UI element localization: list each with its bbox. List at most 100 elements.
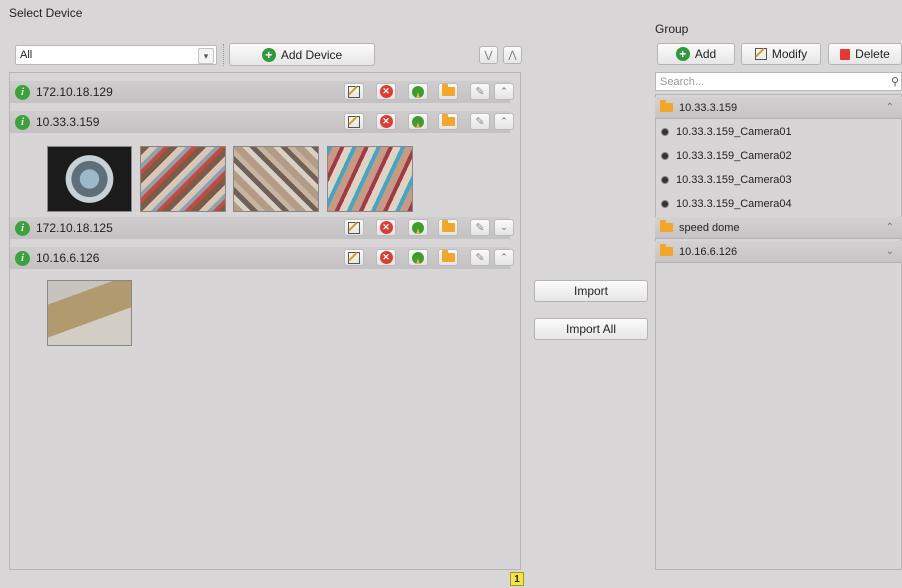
camera-thumbnail[interactable] xyxy=(327,146,413,212)
add-group-label: Add xyxy=(694,47,717,61)
import-button[interactable]: Import xyxy=(534,280,648,302)
refresh-icon xyxy=(412,221,424,234)
group-name: 10.33.3.159 xyxy=(679,101,738,114)
edit-button[interactable] xyxy=(344,249,364,266)
wrench-icon: ✎ xyxy=(475,222,485,234)
wrench-icon: ✎ xyxy=(475,116,485,128)
device-ip: 172.10.18.129 xyxy=(36,85,113,99)
camera-name: 10.33.3.159_Camera04 xyxy=(676,198,792,210)
camera-node[interactable]: 10.33.3.159_Camera03 xyxy=(655,169,902,191)
page-indicator[interactable]: 1 xyxy=(510,572,524,586)
info-icon: i xyxy=(15,250,30,266)
device-ip: 10.33.3.159 xyxy=(36,115,100,129)
camera-icon xyxy=(661,200,669,208)
camera-thumbnail[interactable] xyxy=(140,146,226,212)
folder-icon xyxy=(441,84,455,96)
trash-icon xyxy=(840,48,851,60)
camera-thumbnail[interactable] xyxy=(47,146,132,212)
import-all-button[interactable]: Import All xyxy=(534,318,648,340)
camera-node[interactable]: 10.33.3.159_Camera02 xyxy=(655,145,902,167)
collapse-button[interactable]: ⌃ xyxy=(494,249,514,266)
expand-button[interactable]: ⌄ xyxy=(494,219,514,236)
expand-all-button[interactable]: ⋁ xyxy=(479,46,498,64)
info-icon: i xyxy=(15,114,30,130)
group-node[interactable]: 10.16.6.126 ⌄ xyxy=(655,241,902,263)
camera-icon xyxy=(661,128,669,136)
refresh-button[interactable] xyxy=(408,249,428,266)
import-all-label: Import All xyxy=(565,322,616,336)
collapse-button[interactable]: ⌃ xyxy=(494,113,514,130)
divider xyxy=(223,44,225,66)
delete-group-button[interactable]: Delete xyxy=(828,43,902,65)
device-row[interactable]: i 172.10.18.129 ✕ ✎ ⌃ xyxy=(10,81,514,103)
folder-icon xyxy=(441,220,455,232)
chevron-up-icon: ⌃ xyxy=(500,86,508,96)
camera-thumbnail[interactable] xyxy=(233,146,319,212)
refresh-icon xyxy=(412,115,424,128)
edit-icon xyxy=(754,48,767,60)
chevron-up-icon: ⌃ xyxy=(500,116,508,126)
group-name: speed dome xyxy=(679,221,740,234)
double-chevron-down-icon: ⋁ xyxy=(484,49,493,61)
group-name: 10.16.6.126 xyxy=(679,245,738,258)
refresh-icon xyxy=(412,85,424,98)
folder-button[interactable] xyxy=(438,83,458,100)
device-filter-value: All xyxy=(20,49,33,61)
folder-button[interactable] xyxy=(438,249,458,266)
camera-icon xyxy=(661,176,669,184)
device-row[interactable]: i 172.10.18.125 ✕ ✎ ⌄ xyxy=(10,217,514,239)
config-button[interactable]: ✎ xyxy=(470,113,490,130)
folder-button[interactable] xyxy=(438,113,458,130)
camera-thumbnail[interactable] xyxy=(47,280,132,346)
group-search-input[interactable]: Search... ⚲ xyxy=(655,72,902,91)
delete-button[interactable]: ✕ xyxy=(376,113,396,130)
import-label: Import xyxy=(573,284,608,298)
info-icon: i xyxy=(15,220,30,236)
plus-icon: + xyxy=(675,47,690,61)
delete-button[interactable]: ✕ xyxy=(376,83,396,100)
delete-button[interactable]: ✕ xyxy=(376,219,396,236)
group-node[interactable]: speed dome ⌃ xyxy=(655,217,902,239)
edit-button[interactable] xyxy=(344,113,364,130)
device-row[interactable]: i 10.33.3.159 ✕ ✎ ⌃ xyxy=(10,111,514,133)
group-title: Group xyxy=(655,22,689,36)
chevron-up-icon: ⌃ xyxy=(885,102,894,113)
chevron-down-icon: ⌄ xyxy=(885,246,894,257)
collapse-button[interactable]: ⌃ xyxy=(494,83,514,100)
add-device-label: Add Device xyxy=(280,47,343,62)
folder-icon xyxy=(441,114,455,126)
add-device-button[interactable]: + Add Device xyxy=(229,43,375,66)
folder-button[interactable] xyxy=(438,219,458,236)
config-button[interactable]: ✎ xyxy=(470,83,490,100)
select-device-title: Select Device xyxy=(9,6,83,20)
double-chevron-up-icon: ⋀ xyxy=(508,49,517,61)
delete-icon: ✕ xyxy=(379,251,393,264)
config-button[interactable]: ✎ xyxy=(470,249,490,266)
search-icon: ⚲ xyxy=(890,76,899,88)
plus-icon: + xyxy=(261,47,276,62)
wrench-icon: ✎ xyxy=(475,252,485,264)
refresh-button[interactable] xyxy=(408,113,428,130)
delete-group-label: Delete xyxy=(855,47,890,61)
folder-icon xyxy=(660,220,673,232)
edit-icon xyxy=(348,221,360,234)
camera-name: 10.33.3.159_Camera02 xyxy=(676,150,792,162)
config-button[interactable]: ✎ xyxy=(470,219,490,236)
device-filter-select[interactable]: All ▾ xyxy=(15,45,217,65)
camera-name: 10.33.3.159_Camera01 xyxy=(676,126,792,138)
refresh-button[interactable] xyxy=(408,83,428,100)
edit-button[interactable] xyxy=(344,83,364,100)
modify-group-button[interactable]: Modify xyxy=(741,43,821,65)
device-ip: 172.10.18.125 xyxy=(36,221,113,235)
refresh-icon xyxy=(412,251,424,264)
group-node[interactable]: 10.33.3.159 ⌃ xyxy=(655,97,902,119)
camera-node[interactable]: 10.33.3.159_Camera04 xyxy=(655,193,902,215)
edit-button[interactable] xyxy=(344,219,364,236)
add-group-button[interactable]: + Add xyxy=(657,43,735,65)
delete-button[interactable]: ✕ xyxy=(376,249,396,266)
info-icon: i xyxy=(15,84,30,100)
refresh-button[interactable] xyxy=(408,219,428,236)
collapse-all-button[interactable]: ⋀ xyxy=(503,46,522,64)
device-row[interactable]: i 10.16.6.126 ✕ ✎ ⌃ xyxy=(10,247,514,269)
camera-node[interactable]: 10.33.3.159_Camera01 xyxy=(655,121,902,143)
